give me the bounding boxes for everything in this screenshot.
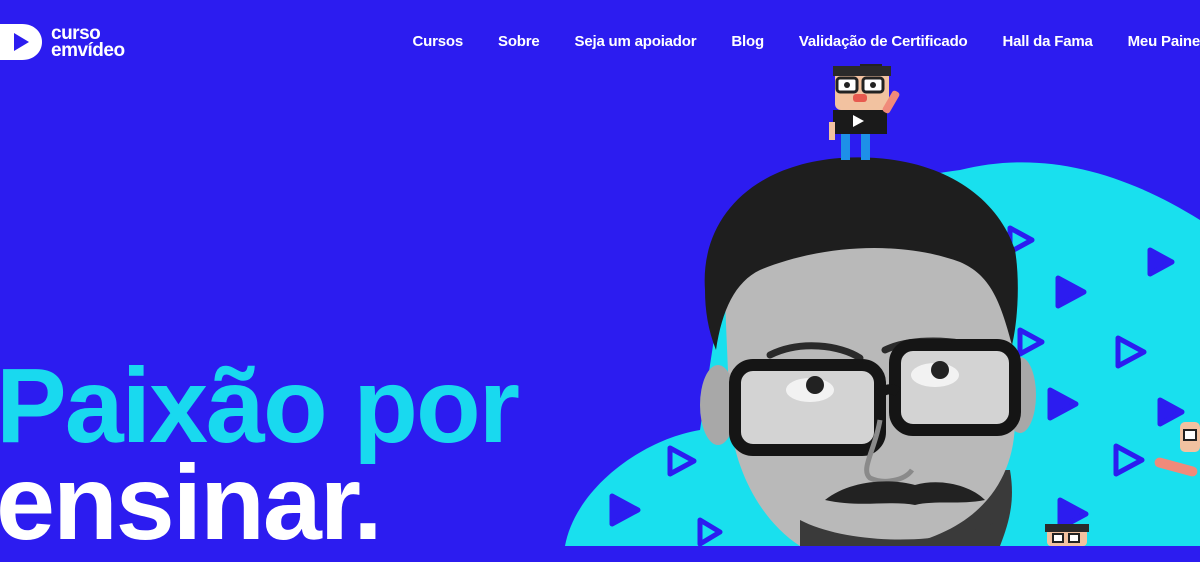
main-nav: Cursos Sobre Seja um apoiador Blog Valid…	[413, 33, 1200, 50]
nav-item-cursos[interactable]: Cursos	[413, 33, 464, 50]
nav-item-validacao[interactable]: Validação de Certificado	[799, 33, 968, 50]
brand-wordmark: curso emvídeo	[51, 24, 125, 61]
nav-item-sobre[interactable]: Sobre	[498, 33, 540, 50]
brand-line-2: emvídeo	[51, 40, 125, 61]
nav-item-hall-da-fama[interactable]: Hall da Fama	[1003, 33, 1093, 50]
nav-item-apoiador[interactable]: Seja um apoiador	[575, 33, 697, 50]
mascot-character	[829, 64, 900, 160]
hero-title-line-2: ensinar.	[0, 444, 383, 562]
mascot-character-right	[1154, 422, 1200, 477]
nav-item-meu-painel[interactable]: Meu Painel	[1128, 33, 1200, 50]
hero-title: Paixão por ensinar.	[0, 347, 520, 562]
hero-title-line-1: Paixão por	[0, 347, 520, 465]
mascot-character-partial	[1045, 524, 1089, 546]
nav-item-blog[interactable]: Blog	[731, 33, 764, 50]
brand-logo[interactable]: curso emvídeo	[0, 20, 125, 64]
play-logo-icon	[0, 24, 42, 60]
